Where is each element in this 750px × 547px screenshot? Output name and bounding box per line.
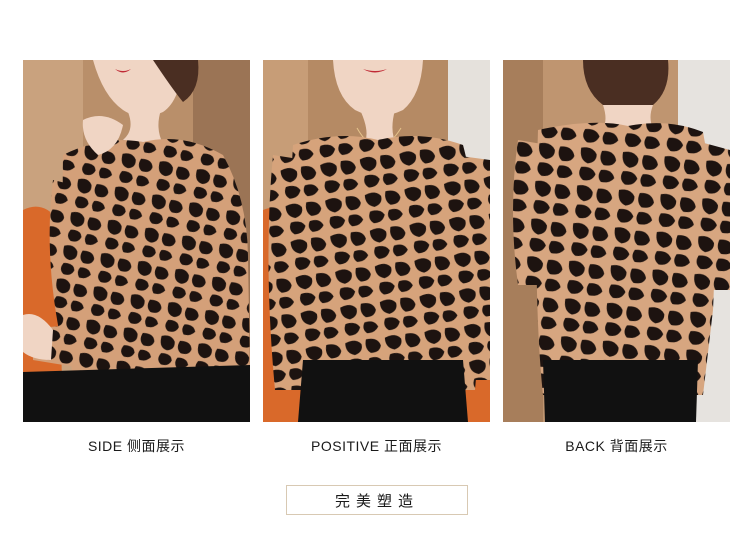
back-view-photo [503,60,730,422]
front-view-photo [263,60,490,422]
tagline-box: 完美塑造 [286,485,468,515]
tagline-text: 完美塑造 [334,491,419,510]
front-view-caption: POSITIVE 正面展示 [311,438,442,454]
side-view-caption: SIDE 侧面展示 [87,438,186,454]
side-view-photo [23,60,250,422]
back-view-caption: BACK 背面展示 [565,438,668,454]
